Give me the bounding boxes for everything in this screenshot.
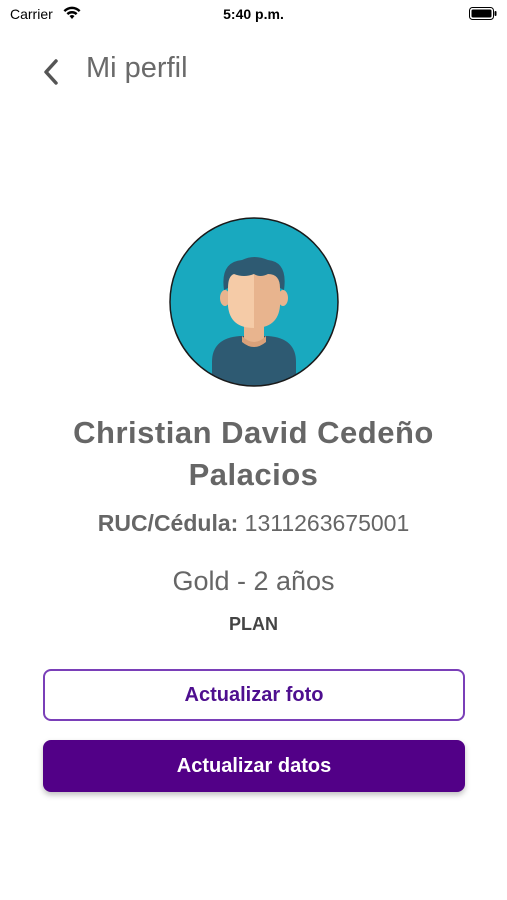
page-title: Mi perfil (86, 52, 188, 84)
status-time: 5:40 p.m. (223, 6, 284, 22)
ruc-label: RUC/Cédula: (97, 510, 239, 536)
plan-name: Gold - 2 años (172, 566, 335, 596)
avatar-icon[interactable] (168, 216, 340, 388)
plan-label: PLAN (229, 614, 278, 634)
update-photo-button[interactable]: Actualizar foto (43, 669, 465, 721)
ruc-value: 1311263675001 (244, 510, 410, 536)
back-button[interactable] (34, 54, 68, 90)
update-data-button[interactable]: Actualizar datos (43, 740, 465, 792)
status-bar: Carrier 5:40 p.m. (0, 0, 507, 30)
chevron-left-icon (44, 59, 58, 85)
ruc-line: RUC/Cédula: 1311263675001 (0, 510, 507, 537)
user-name: Christian David Cedeño Palacios (73, 415, 434, 492)
battery-icon (469, 7, 497, 20)
